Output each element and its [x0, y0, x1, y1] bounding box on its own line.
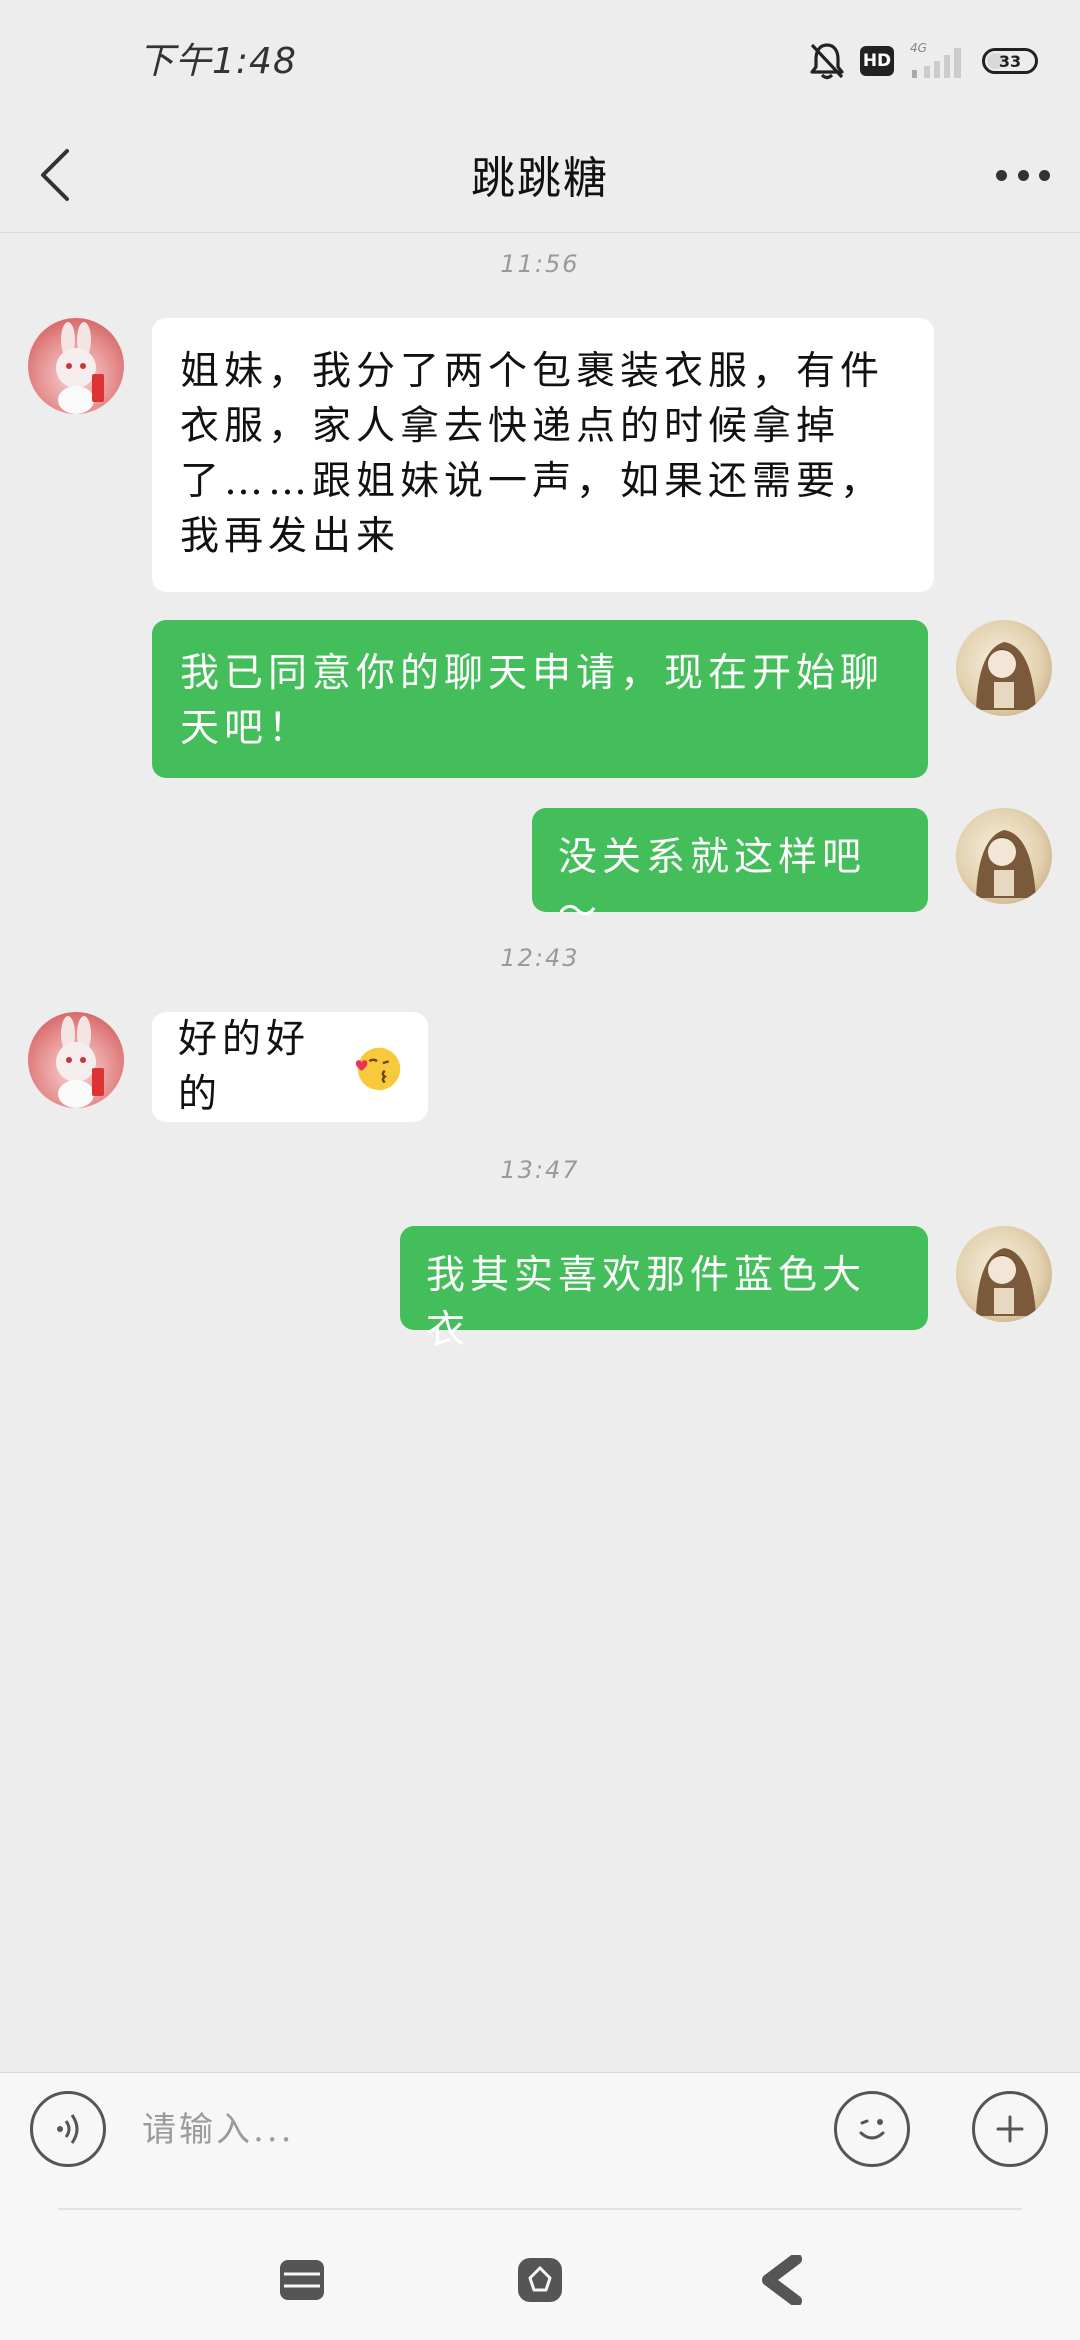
emoji-button[interactable] [834, 2091, 910, 2167]
message-input[interactable] [140, 2099, 804, 2161]
contact-avatar[interactable] [28, 318, 124, 414]
home-icon [518, 2258, 562, 2302]
timestamp: 13:47 [500, 1156, 580, 1184]
status-icons: HD 4G 33 [808, 36, 1038, 86]
battery-icon: 33 [982, 48, 1038, 74]
my-avatar[interactable] [956, 620, 1052, 716]
mute-icon [810, 43, 844, 80]
more-button[interactable] [988, 150, 1058, 200]
battery-level: 33 [998, 51, 1022, 71]
girl-avatar-icon [976, 642, 1036, 710]
back-nav-button[interactable] [752, 2250, 812, 2310]
message-text: 好的好的 [178, 1017, 311, 1117]
contact-avatar[interactable] [28, 1012, 124, 1108]
network-label: 4G [910, 41, 927, 55]
rabbit-avatar-icon [56, 322, 104, 414]
message-bubble-outgoing[interactable]: 我已同意你的聊天申请，现在开始聊天吧！ [152, 620, 928, 778]
my-avatar[interactable] [956, 808, 1052, 904]
status-time: 下午1:48 [138, 41, 297, 82]
plus-icon [996, 2115, 1024, 2143]
kissing-face-emoji [355, 1047, 401, 1091]
more-dot [1039, 169, 1050, 181]
girl-avatar-icon [976, 830, 1036, 898]
menu-icon [280, 2260, 324, 2300]
input-bar [0, 2072, 1080, 2213]
back-icon [762, 2255, 802, 2305]
my-avatar[interactable] [956, 1226, 1052, 1322]
hd-icon: HD [860, 46, 894, 76]
timestamp: 11:56 [500, 250, 580, 278]
more-dot [1017, 169, 1029, 181]
message-bubble-outgoing[interactable]: 我其实喜欢那件蓝色大衣 [400, 1226, 928, 1353]
home-button[interactable] [510, 2250, 570, 2310]
chat-header: 跳跳糖 [0, 120, 1080, 233]
rabbit-avatar-icon [56, 1016, 104, 1108]
more-dots-icon [996, 169, 1007, 181]
menu-button[interactable] [272, 2250, 332, 2310]
page-title: 跳跳糖 [471, 153, 609, 204]
system-nav-bar [0, 2210, 1080, 2340]
message-bubble-incoming[interactable]: 好的好的 [152, 1012, 428, 1122]
voice-button[interactable] [30, 2091, 106, 2167]
message-bubble-incoming[interactable]: 姐妹，我分了两个包裹装衣服，有件衣服，家人拿去快递点的时候拿掉了……跟姐妹说一声… [152, 318, 934, 592]
message-bubble-outgoing[interactable]: 没关系就这样吧～ [532, 808, 928, 935]
voice-icon [57, 2114, 79, 2144]
signal-icon: 4G [910, 41, 961, 78]
girl-avatar-icon [976, 1248, 1036, 1316]
chat-screen: 下午1:48 HD 4G 33 跳跳糖 11:56 姐妹，我分了两个包裹装衣服，… [0, 0, 1080, 2340]
add-button[interactable] [972, 2091, 1048, 2167]
smiley-icon [859, 2119, 885, 2140]
timestamp: 12:43 [500, 944, 580, 972]
status-bar: 下午1:48 HD 4G 33 [0, 0, 1080, 120]
